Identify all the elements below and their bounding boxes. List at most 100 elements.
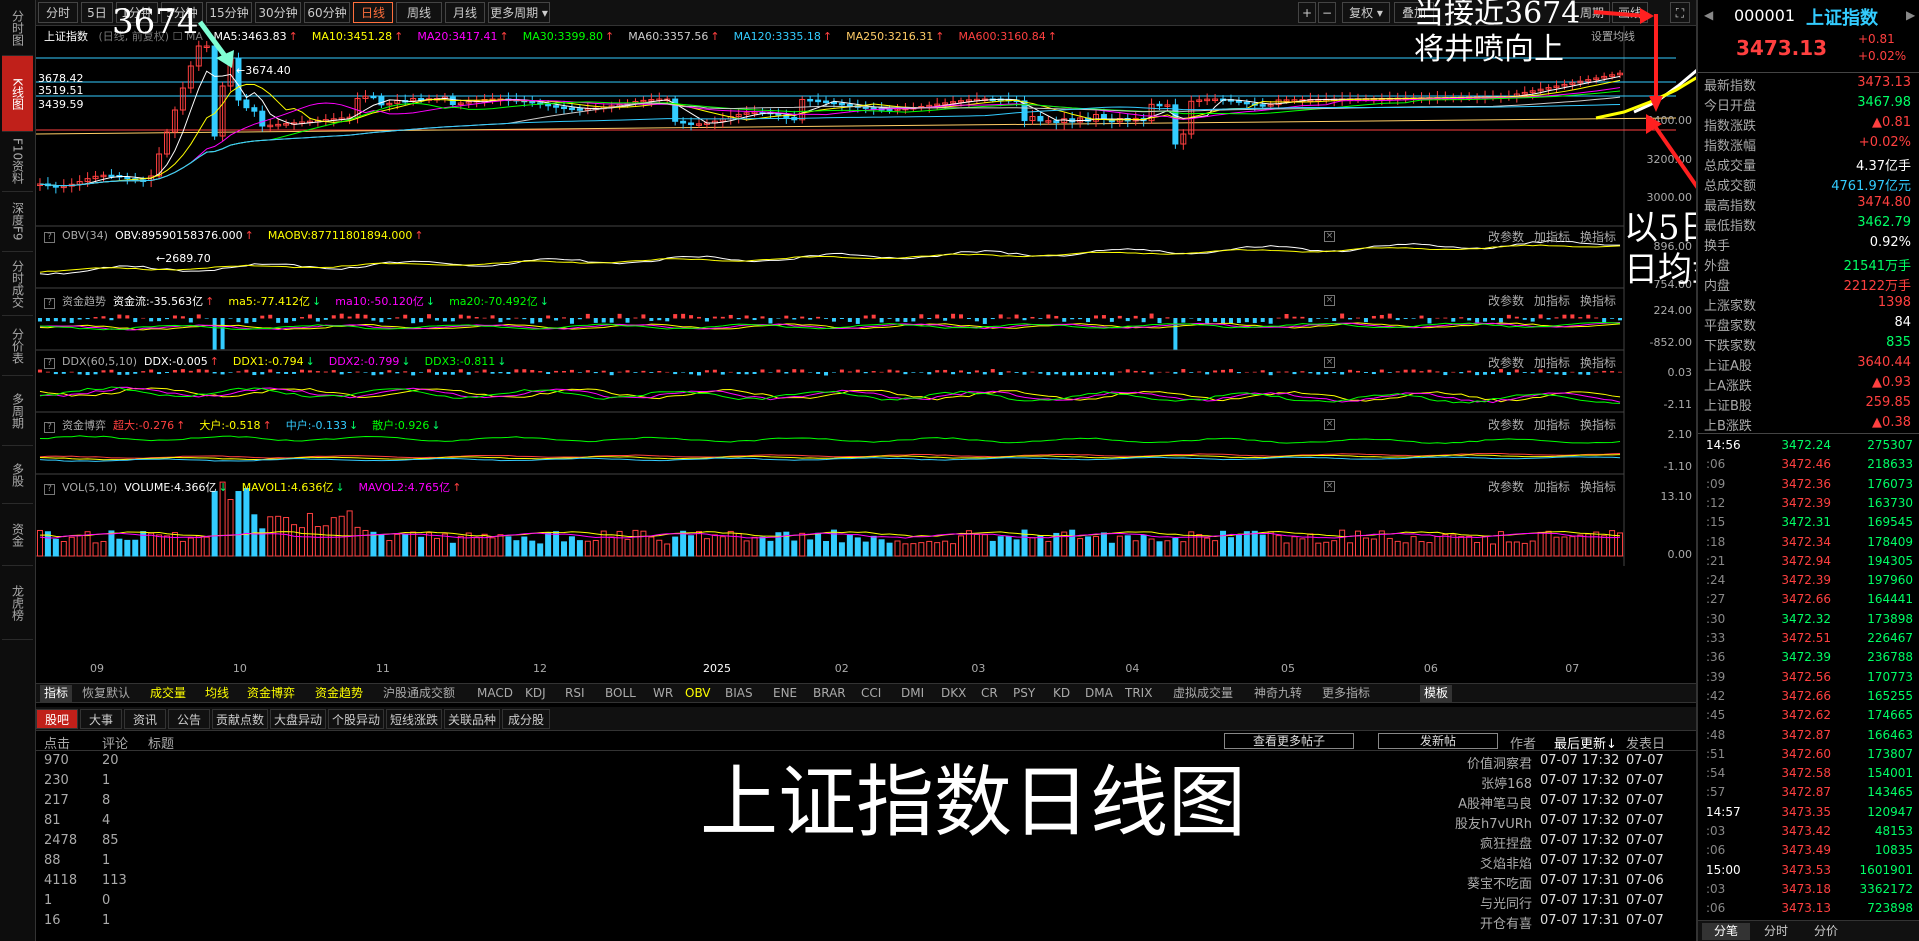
panel-tool-0[interactable]: 改参数 xyxy=(1488,418,1524,432)
prev-icon[interactable]: ◀ xyxy=(1704,8,1713,22)
forum-tab-5[interactable]: 大盘异动 xyxy=(270,709,326,729)
panel-help-icon[interactable]: ? xyxy=(44,484,55,495)
panel-tool-2[interactable]: 换指标 xyxy=(1580,356,1616,370)
row-author[interactable]: 张婷168 xyxy=(1452,773,1532,792)
period-tab-4[interactable]: 15分钟 xyxy=(206,2,252,23)
col-post-date[interactable]: 发表日 xyxy=(1626,733,1665,752)
zoom-in-button[interactable]: + xyxy=(1298,2,1316,23)
indicator-tab-2[interactable]: 成交量 xyxy=(150,685,186,702)
indicator-tab-1[interactable]: 恢复默认 xyxy=(82,685,130,702)
period-tab-8[interactable]: 周线 xyxy=(396,2,442,23)
fullscreen-icon[interactable]: ⛶ xyxy=(1670,2,1690,23)
indicator-tab-21[interactable]: KD xyxy=(1053,685,1070,702)
indicator-tab-6[interactable]: 沪股通成交额 xyxy=(383,685,455,702)
indicator-tab-23[interactable]: TRIX xyxy=(1125,685,1152,702)
col-last-update[interactable]: 最后更新↓ xyxy=(1554,733,1617,752)
quote-tab-1[interactable]: 分时 xyxy=(1752,923,1800,940)
panel-tool-2[interactable]: 换指标 xyxy=(1580,294,1616,308)
panel-close-icon[interactable]: × xyxy=(1324,419,1335,430)
forum-row[interactable]: 8817月7日复盘，电力集中爆发！爻焰非焰07-07 17:3207-07 xyxy=(36,852,1696,872)
sidebar-tab-2[interactable]: F10资料 xyxy=(2,132,33,192)
indicator-tab-9[interactable]: RSI xyxy=(565,685,585,702)
forum-tab-3[interactable]: 公告 xyxy=(168,709,210,729)
forum-tab-7[interactable]: 短线涨跌 xyxy=(386,709,442,729)
row-author[interactable]: 开仓有喜 xyxy=(1452,913,1532,932)
sidebar-tab-8[interactable]: 资金 xyxy=(2,504,33,566)
period-tab-9[interactable]: 月线 xyxy=(445,2,485,23)
row-author[interactable]: A股神笔马良 xyxy=(1452,793,1532,812)
indicator-tab-7[interactable]: MACD xyxy=(477,685,513,702)
indicator-tab-26[interactable]: 更多指标 xyxy=(1322,685,1370,702)
forum-tab-2[interactable]: 资讯 xyxy=(124,709,166,729)
row-author[interactable]: 股友h7vURh xyxy=(1452,813,1532,832)
indicator-tab-19[interactable]: CR xyxy=(981,685,998,702)
ma-settings-link[interactable]: 设置均线 xyxy=(1591,28,1635,44)
panel-tool-0[interactable]: 改参数 xyxy=(1488,230,1524,244)
indicator-tab-11[interactable]: WR xyxy=(653,685,673,702)
sidebar-tab-1[interactable]: K线图 xyxy=(2,56,33,132)
panel-tool-1[interactable]: 加指标 xyxy=(1534,230,1570,244)
panel-tool-0[interactable]: 改参数 xyxy=(1488,294,1524,308)
new-post-button[interactable]: 发新帖 xyxy=(1378,733,1498,749)
panel-tool-1[interactable]: 加指标 xyxy=(1534,356,1570,370)
indicator-tab-3[interactable]: 均线 xyxy=(205,685,229,702)
panel-help-icon[interactable]: ? xyxy=(44,232,55,243)
panel-tool-1[interactable]: 加指标 xyxy=(1534,418,1570,432)
forum-row[interactable]: 4118113明天行情不看好。1.上周五中午说了3500是天花板。为什么我这样说… xyxy=(36,872,1696,892)
indicator-tab-8[interactable]: KDJ xyxy=(525,685,546,702)
sidebar-tab-0[interactable]: 分时图 xyxy=(2,0,33,56)
panel-help-icon[interactable]: ? xyxy=(44,298,55,309)
panel-close-icon[interactable]: × xyxy=(1324,295,1335,306)
period-tab-0[interactable]: 分时 xyxy=(38,2,78,23)
panel-help-icon[interactable]: ? xyxy=(44,358,55,369)
panel-help-icon[interactable]: ? xyxy=(44,422,55,433)
period-tab-6[interactable]: 60分钟 xyxy=(304,2,350,23)
col-author[interactable]: 作者 xyxy=(1510,733,1536,752)
indicator-tab-20[interactable]: PSY xyxy=(1013,685,1035,702)
panel-tool-2[interactable]: 换指标 xyxy=(1580,230,1616,244)
panel-tool-1[interactable]: 加指标 xyxy=(1534,480,1570,494)
col-clicks[interactable]: 点击 xyxy=(44,733,70,752)
forum-tab-9[interactable]: 成分股 xyxy=(502,709,550,729)
forum-tab-6[interactable]: 个股异动 xyxy=(328,709,384,729)
sidebar-tab-5[interactable]: 分价表 xyxy=(2,316,33,376)
indicator-tab-14[interactable]: ENE xyxy=(773,685,797,702)
zoom-out-button[interactable]: − xyxy=(1318,2,1336,23)
period-tab-1[interactable]: 5日 xyxy=(81,2,113,23)
quote-tab-2[interactable]: 分价 xyxy=(1802,923,1850,940)
indicator-tab-5[interactable]: 资金趋势 xyxy=(315,685,363,702)
row-author[interactable]: 价值洞察君 xyxy=(1452,753,1532,772)
indicator-tab-25[interactable]: 神奇九转 xyxy=(1254,685,1302,702)
period-tab-5[interactable]: 30分钟 xyxy=(255,2,301,23)
period-tab-10[interactable]: 更多周期 ▾ xyxy=(488,2,550,23)
panel-close-icon[interactable]: × xyxy=(1324,481,1335,492)
sidebar-tab-4[interactable]: 分时成交 xyxy=(2,252,33,316)
forum-tab-0[interactable]: 股吧 xyxy=(36,709,78,729)
forum-row[interactable]: 161只要散户不进场银行股，主力会一直涨银行，直到银行股高位让散户股民接盘，主力… xyxy=(36,912,1696,932)
forum-tab-4[interactable]: 贡献点数 xyxy=(212,709,268,729)
indicator-tab-16[interactable]: CCI xyxy=(861,685,881,702)
next-icon[interactable]: ▶ xyxy=(1906,8,1915,22)
indicator-tab-10[interactable]: BOLL xyxy=(605,685,636,702)
forum-tab-1[interactable]: 大事 xyxy=(80,709,122,729)
quote-tab-0[interactable]: 分笔 xyxy=(1702,923,1750,940)
indicator-tab-24[interactable]: 虚拟成交量 xyxy=(1173,685,1233,702)
forum-tab-8[interactable]: 关联品种 xyxy=(444,709,500,729)
panel-close-icon[interactable]: × xyxy=(1324,231,1335,242)
sidebar-tab-9[interactable]: 龙虎榜 xyxy=(2,566,33,640)
panel-tool-2[interactable]: 换指标 xyxy=(1580,480,1616,494)
panel-tool-0[interactable]: 改参数 xyxy=(1488,480,1524,494)
indicator-tab-17[interactable]: DMI xyxy=(901,685,924,702)
panel-tool-0[interactable]: 改参数 xyxy=(1488,356,1524,370)
indicator-tab-22[interactable]: DMA xyxy=(1085,685,1113,702)
sidebar-tab-6[interactable]: 多周期 xyxy=(2,376,33,446)
indicator-tab-12[interactable]: OBV xyxy=(685,685,711,702)
indicator-tab-0[interactable]: 指标 xyxy=(40,685,73,702)
row-author[interactable]: 葵宝不吃面 xyxy=(1452,873,1532,892)
indicator-tab-13[interactable]: BIAS xyxy=(725,685,753,702)
indicator-tab-18[interactable]: DKX xyxy=(941,685,966,702)
draw-line-button[interactable]: 画线 xyxy=(1612,2,1648,23)
indicator-tab-27[interactable]: 模板 xyxy=(1420,685,1453,702)
panel-tool-1[interactable]: 加指标 xyxy=(1534,294,1570,308)
row-author[interactable]: 疯狂捏盘 xyxy=(1452,833,1532,852)
